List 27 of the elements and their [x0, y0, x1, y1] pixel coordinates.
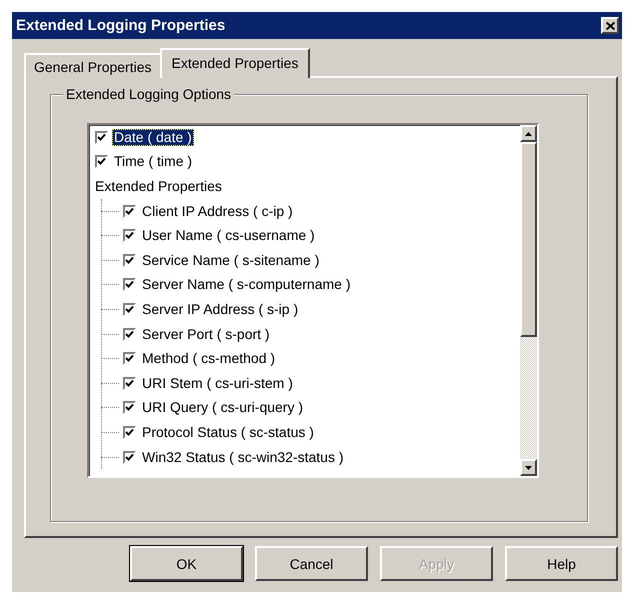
option-label[interactable]: URI Stem ( cs-uri-stem ): [140, 374, 295, 392]
scroll-up-icon[interactable]: [520, 125, 537, 142]
dialog-button[interactable]: OK: [130, 546, 243, 581]
option-label[interactable]: User Name ( cs-username ): [140, 227, 317, 244]
scroll-thumb[interactable]: [520, 142, 537, 337]
window-title: Extended Logging Properties: [16, 17, 226, 34]
group-label: Extended Logging Options: [63, 86, 234, 102]
option-label[interactable]: Method ( cs-method ): [140, 350, 278, 368]
option-label[interactable]: URI Query ( cs-uri-query ): [140, 399, 306, 416]
options-list[interactable]: [87, 123, 539, 478]
option-label[interactable]: Time ( time ): [112, 153, 194, 170]
scrollbar[interactable]: [520, 125, 537, 476]
option-label[interactable]: Server Name ( s-computername ): [140, 276, 353, 294]
scroll-down-icon[interactable]: [520, 459, 537, 476]
option-label[interactable]: Client IP Address ( c-ip ): [140, 202, 295, 220]
option-label[interactable]: Server IP Address ( s-ip ): [140, 300, 300, 318]
dialog-button[interactable]: Cancel: [255, 546, 368, 581]
option-label[interactable]: Protocol Status ( sc-status ): [140, 424, 316, 441]
tab[interactable]: Extended Properties: [160, 48, 310, 78]
dialog-button[interactable]: Help: [505, 546, 618, 581]
option-label[interactable]: Win32 Status ( sc-win32-status ): [140, 448, 346, 466]
option-label[interactable]: Server Port ( s-port ): [140, 326, 272, 343]
group-heading: Extended Properties: [95, 178, 222, 194]
option-label[interactable]: Service Name ( s-sitename ): [140, 252, 322, 269]
option-label[interactable]: Date ( date ): [112, 128, 194, 146]
tab[interactable]: General Properties: [24, 53, 162, 78]
close-icon[interactable]: [601, 17, 619, 34]
